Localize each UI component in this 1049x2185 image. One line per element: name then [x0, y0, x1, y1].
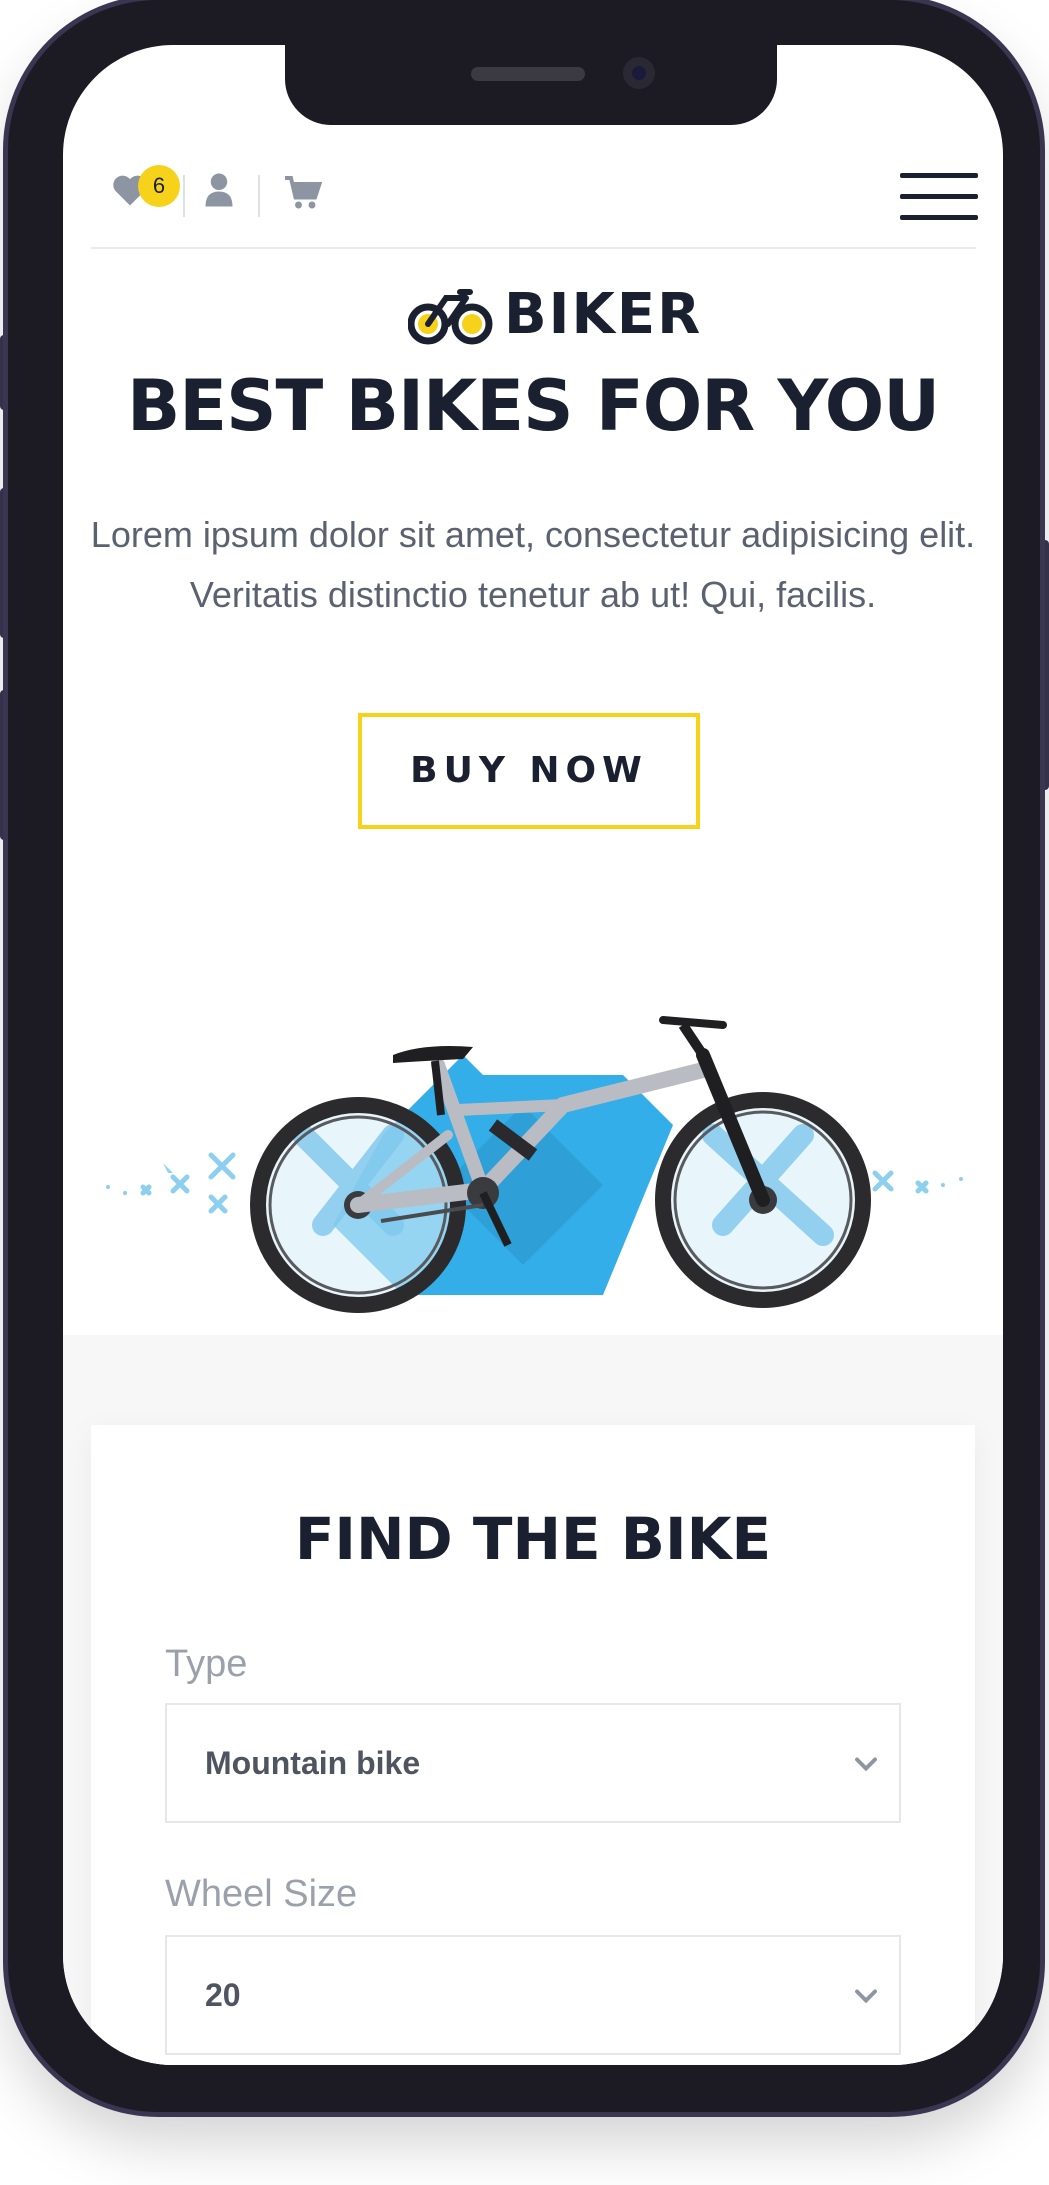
header-divider [258, 175, 260, 217]
header-divider-line [91, 247, 976, 249]
brand-name: BIKER [504, 282, 703, 347]
wheel-size-select-value: 20 [205, 1977, 241, 2013]
buy-now-button[interactable]: BUY NOW [358, 713, 700, 829]
bike-finder-card: FIND THE BIKE Type Mountain bike Wheel S… [91, 1425, 975, 2065]
phone-frame: 6 BIKER BEST BIKES FOR YOU Lorem ipsum d… [8, 0, 1040, 2112]
brand-logo[interactable]: BIKER [408, 280, 700, 350]
bike-logo-icon [408, 289, 493, 345]
chevron-down-icon [855, 1989, 877, 2004]
header-divider [183, 175, 185, 217]
type-select-value: Mountain bike [205, 1745, 421, 1781]
wheel-size-select[interactable]: 20 [165, 1935, 901, 2055]
wheel-size-label: Wheel Size [165, 1873, 358, 1915]
hero-description: Lorem ipsum dolor sit amet, consectetur … [90, 514, 976, 615]
finder-title: FIND THE BIKE [294, 1505, 772, 1573]
user-icon[interactable] [203, 172, 235, 208]
phone-side-button [1039, 540, 1049, 790]
phone-screen: 6 BIKER BEST BIKES FOR YOU Lorem ipsum d… [63, 45, 1003, 2065]
type-label: Type [165, 1643, 248, 1685]
speaker-grille [471, 67, 585, 81]
cart-icon[interactable] [283, 175, 323, 211]
front-camera [623, 57, 655, 89]
phone-notch [285, 45, 777, 125]
hero-title: BEST BIKES FOR YOU [126, 365, 940, 447]
chevron-down-icon [855, 1757, 877, 1772]
bike-hero-image [106, 1016, 963, 1313]
wishlist-count-badge: 6 [138, 165, 180, 207]
type-select[interactable]: Mountain bike [165, 1703, 901, 1823]
hamburger-menu-icon[interactable] [900, 173, 978, 221]
